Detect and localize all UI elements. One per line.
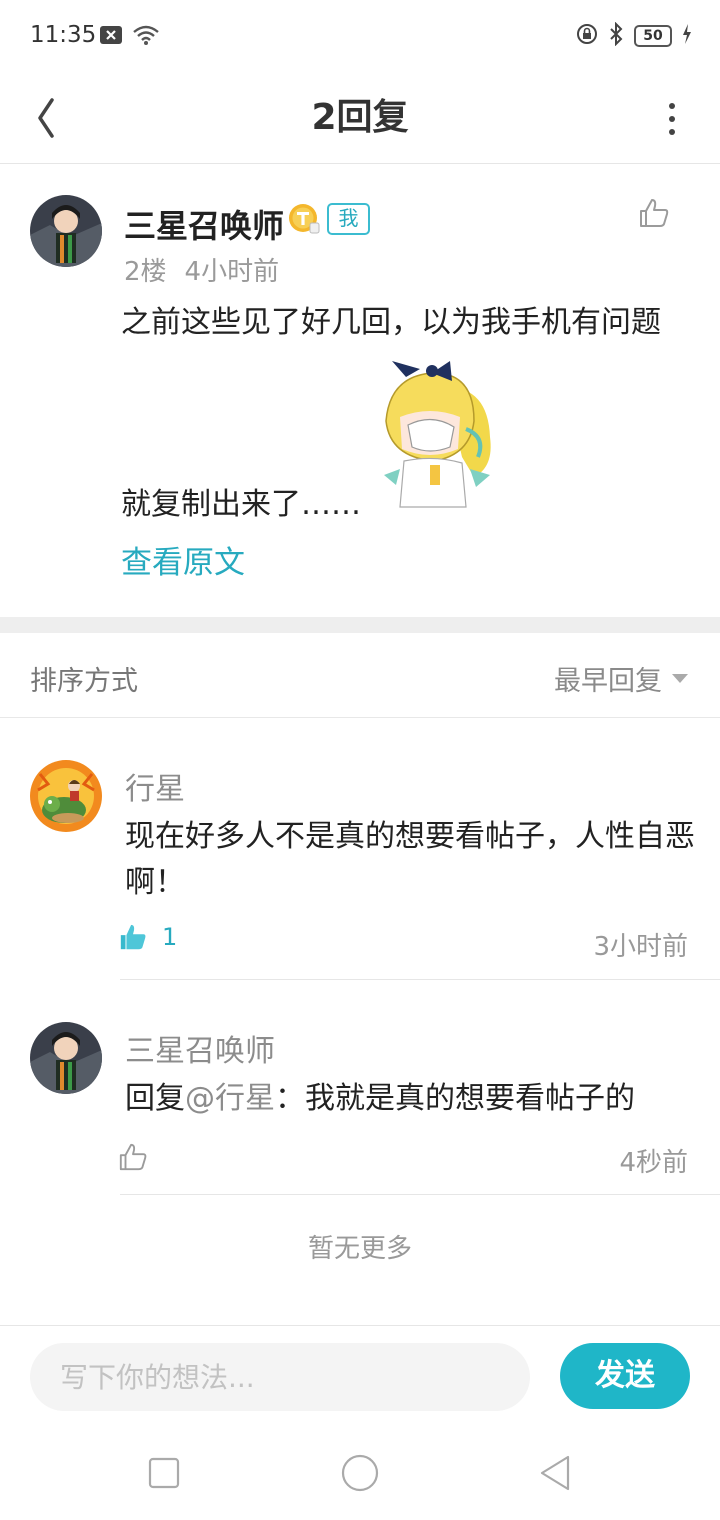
like-count: 1 <box>162 923 178 951</box>
page-title: 2回复 <box>311 97 409 138</box>
wifi-icon <box>132 24 160 50</box>
thumbs-up-icon <box>640 199 669 227</box>
recent-apps-button[interactable] <box>144 1453 184 1493</box>
reply-author[interactable]: 三星召唤师 <box>125 1026 275 1070</box>
home-button[interactable] <box>340 1453 380 1493</box>
charging-icon <box>682 24 692 48</box>
chevron-down-icon <box>672 674 688 683</box>
original-comment: 三星召唤师 我 2楼 4小时前 之前这些见了好几回，以为我手机有问题 就复制出来了… <box>0 165 720 617</box>
reply-item: 三星召唤师 回复@行星：我就是真的想要看帖子的 4秒前 <box>0 980 720 1196</box>
post-time: 4小时前 <box>184 257 280 287</box>
rotation-lock-icon <box>576 23 598 49</box>
no-more-text: 暂无更多 <box>307 1234 412 1264</box>
app-header: 2回复 <box>0 74 720 164</box>
reply-time: 4秒前 <box>619 1148 688 1178</box>
triangle-back-icon <box>540 1455 570 1491</box>
reply-text: 回复@行星：我就是真的想要看帖子的 <box>125 1076 695 1122</box>
reply-author[interactable]: 行星 <box>125 764 185 808</box>
notification-x-icon <box>100 26 122 48</box>
thumbs-up-icon <box>120 924 146 950</box>
reply-item: 行星 现在好多人不是真的想要看帖子，人性自恶啊！ 1 3小时前 <box>0 718 720 980</box>
avatar[interactable] <box>30 195 102 267</box>
sort-selected-value: 最早回复 <box>554 666 662 697</box>
more-vertical-icon <box>669 103 675 109</box>
view-original-link[interactable]: 查看原文 <box>121 537 245 582</box>
divider <box>120 1194 720 1195</box>
like-button[interactable]: 1 <box>118 922 177 952</box>
like-button[interactable] <box>638 197 670 229</box>
level-badge-icon <box>288 203 320 235</box>
anime-sticker-image <box>370 357 510 513</box>
comment-input-bar: 发送 <box>0 1325 720 1425</box>
like-button[interactable] <box>118 1142 148 1172</box>
floor-number: 2楼 <box>124 257 167 287</box>
status-time: 11:35 <box>30 22 97 48</box>
me-tag: 我 <box>327 203 370 235</box>
post-meta: 2楼 4小时前 <box>124 251 279 288</box>
comment-text-line1: 之前这些见了好几回，以为我手机有问题 <box>121 305 661 340</box>
sort-bar: 排序方式 最早回复 <box>0 633 720 718</box>
system-nav-bar <box>0 1425 720 1520</box>
square-icon <box>148 1457 180 1489</box>
author-name[interactable]: 三星召唤师 <box>124 201 284 247</box>
reply-time: 3小时前 <box>593 932 688 962</box>
reply-text: 现在好多人不是真的想要看帖子，人性自恶啊！ <box>125 819 695 900</box>
comment-input[interactable] <box>30 1343 530 1411</box>
battery-level: 50 <box>643 28 663 44</box>
mention-link[interactable]: @行星 <box>185 1081 275 1116</box>
sort-label: 排序方式 <box>30 666 138 697</box>
comment-text-line2: 就复制出来了…… <box>121 487 361 522</box>
sort-dropdown[interactable]: 最早回复 <box>554 659 688 698</box>
circle-icon <box>341 1454 379 1492</box>
send-button[interactable]: 发送 <box>560 1343 690 1409</box>
avatar[interactable] <box>30 1022 102 1094</box>
bluetooth-icon <box>608 21 624 50</box>
status-bar: 11:35 50 <box>0 0 720 74</box>
thumbs-up-icon <box>119 1143 147 1171</box>
reply-prefix: 回复 <box>125 1081 185 1116</box>
section-divider <box>0 617 720 633</box>
battery-icon: 50 <box>634 25 672 47</box>
back-nav-button[interactable] <box>536 1453 576 1493</box>
reply-body: ：我就是真的想要看帖子的 <box>275 1081 635 1116</box>
more-options-button[interactable] <box>660 96 684 142</box>
avatar[interactable] <box>30 760 102 832</box>
